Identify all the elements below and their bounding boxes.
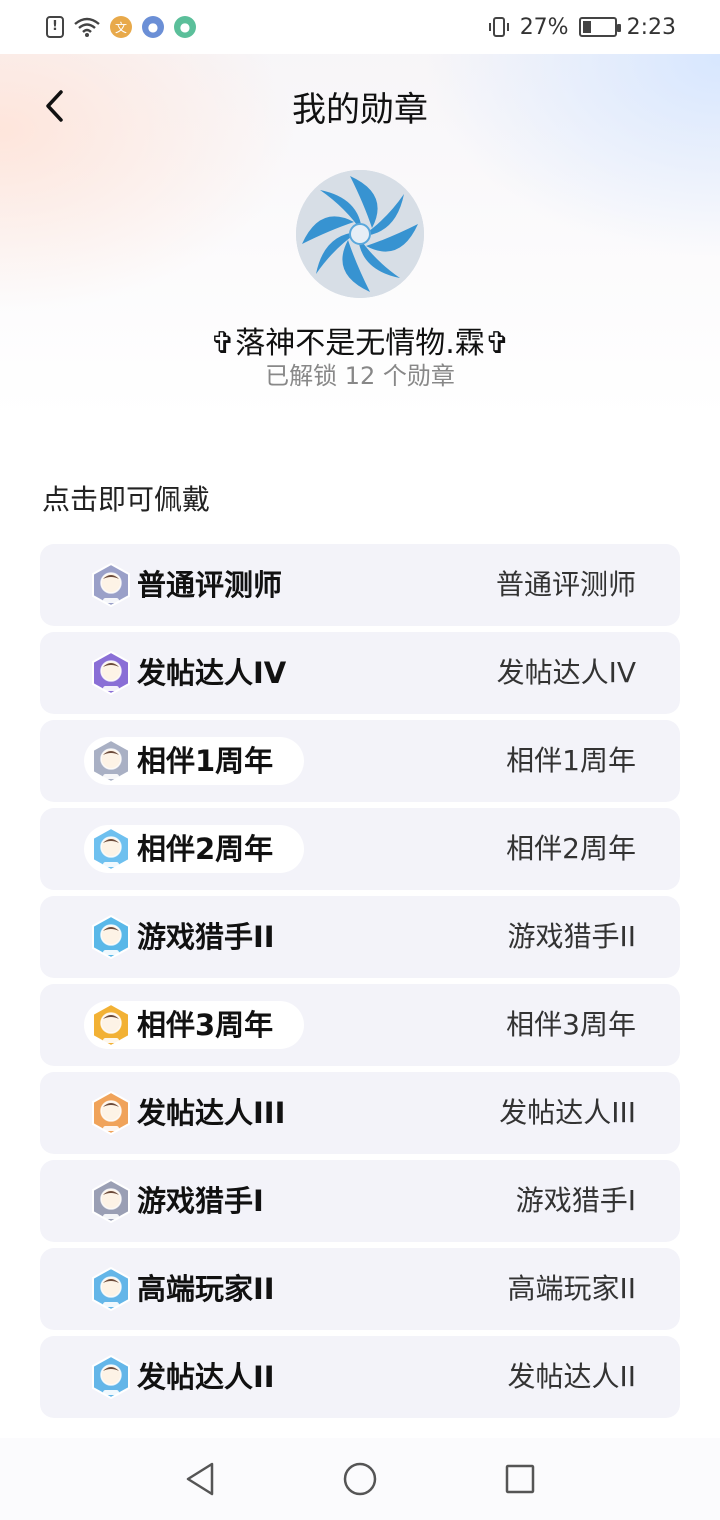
badge-name: 相伴1周年 [137,744,274,778]
circle-home-icon [343,1462,377,1496]
badge-name: 普通评测师 [137,568,283,602]
badge-label: 游戏猎手I [515,1184,636,1217]
clock: 2:23 [626,14,676,40]
avatar-image [296,170,424,298]
app-notification-icon: ● [174,16,196,38]
badge-label: 普通评测师 [495,568,636,601]
game-hunter-badge-icon [88,1178,134,1224]
square-recents-icon [505,1464,535,1494]
unlock-count: 已解锁 12 个勋章 [265,362,455,390]
badge-label: 发帖达人II [507,1360,636,1393]
badge-name: 游戏猎手II [137,920,275,954]
player-badge-icon [88,1266,134,1312]
header: 我的勋章 [0,54,720,158]
badge-row[interactable]: 相伴1周年 相伴1周年 [40,720,680,802]
battery-percent: 27% [519,14,569,40]
status-bar: ! 文 ● ● 27% 2:23 [0,0,720,54]
status-icons-left: ! 文 ● ● [46,16,196,38]
badge-name: 游戏猎手I [137,1184,264,1218]
badge-label: 高端玩家II [507,1272,636,1305]
reviewer-badge-icon [88,562,134,608]
anniversary-2-badge-icon [88,826,134,872]
badge-label: 游戏猎手II [507,920,636,953]
badge-row[interactable]: 发帖达人III 发帖达人III [40,1072,680,1154]
status-icons-right: 27% 2:23 [488,15,676,40]
nav-home-button[interactable] [338,1457,382,1501]
poster-badge-icon [88,1090,134,1136]
poster-badge-icon [88,1354,134,1400]
badge-row[interactable]: 游戏猎手I 游戏猎手I [40,1160,680,1242]
wifi-icon [74,16,100,38]
badge-row[interactable]: 相伴3周年 相伴3周年 [40,984,680,1066]
notification-alert-icon: ! [46,16,64,38]
nav-back-button[interactable] [178,1457,222,1501]
page-title: 我的勋章 [292,89,428,130]
game-hunter-badge-icon [88,914,134,960]
badge-row[interactable]: 高端玩家II 高端玩家II [40,1248,680,1330]
chevron-left-icon [46,90,63,122]
back-button[interactable] [32,80,76,132]
badge-list: 普通评测师 普通评测师 发帖达人IV 发帖达人IV 相伴1周年 相伴1周年 相伴2周年 相伴2… [40,544,680,1424]
app-notification-icon: 文 [110,16,132,38]
badge-label: 相伴2周年 [506,832,636,865]
badge-row[interactable]: 发帖达人II 发帖达人II [40,1336,680,1418]
navigation-bar [0,1438,720,1520]
section-title: 点击即可佩戴 [42,483,211,516]
battery-icon [578,17,621,37]
nav-recents-button[interactable] [498,1457,542,1501]
badge-name: 相伴2周年 [137,832,274,866]
poster-badge-icon [88,650,134,696]
badge-name: 发帖达人II [137,1360,275,1394]
badge-name: 发帖达人III [137,1096,286,1130]
vibrate-icon [488,16,510,38]
triangle-back-icon [186,1462,214,1496]
badge-row[interactable]: 相伴2周年 相伴2周年 [40,808,680,890]
app-notification-icon: ● [142,16,164,38]
badge-row[interactable]: 发帖达人IV 发帖达人IV [40,632,680,714]
badge-name: 发帖达人IV [137,656,287,690]
badge-label: 相伴3周年 [506,1008,636,1041]
anniversary-1-badge-icon [88,738,134,784]
badge-label: 发帖达人IV [496,656,636,689]
avatar[interactable] [296,170,424,298]
anniversary-3-badge-icon [88,1002,134,1048]
badge-name: 高端玩家II [137,1272,275,1306]
badge-name: 相伴3周年 [137,1008,274,1042]
badge-label: 相伴1周年 [506,744,636,777]
battery-level-fill [582,21,591,33]
badge-row[interactable]: 游戏猎手II 游戏猎手II [40,896,680,978]
badge-row[interactable]: 普通评测师 普通评测师 [40,544,680,626]
badge-label: 发帖达人III [499,1096,636,1129]
